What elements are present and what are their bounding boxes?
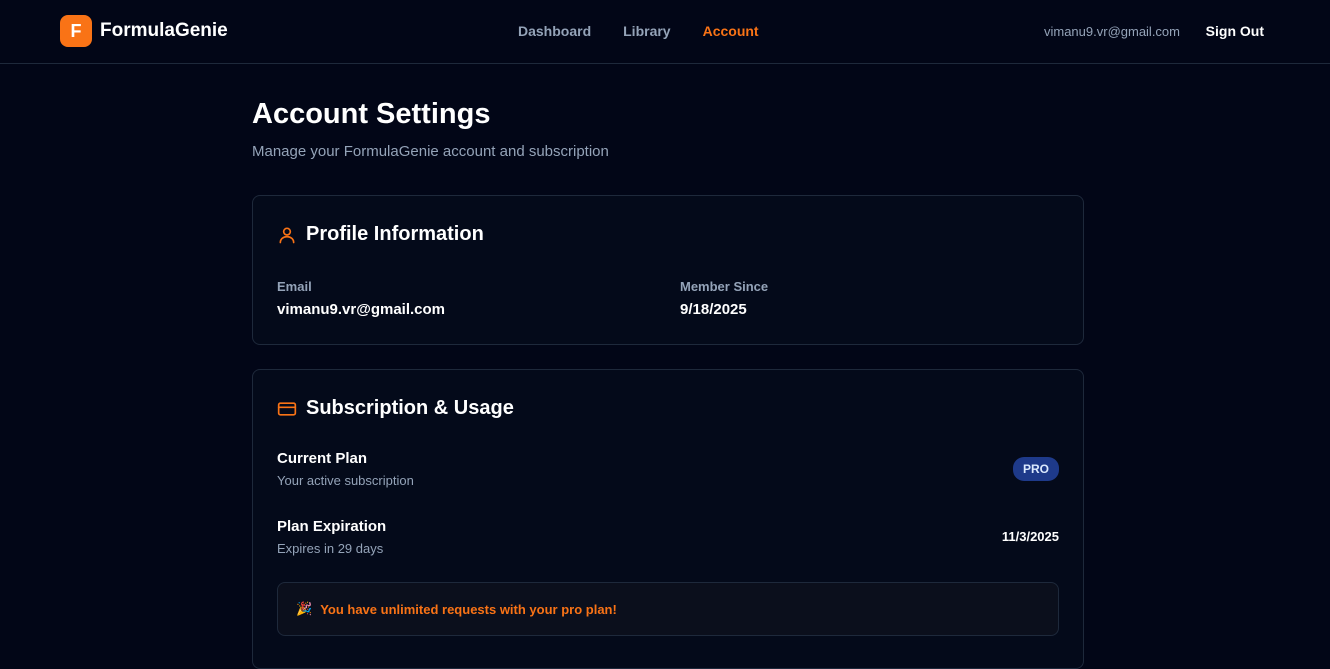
nav-library-link[interactable]: Library [623,23,670,39]
top-navigation-bar: F FormulaGenie Dashboard Library Account… [0,0,1330,64]
brand-logo-icon: F [60,15,92,47]
profile-card-title: Profile Information [306,223,484,245]
subscription-usage-card: Subscription & Usage Current Plan Your a… [252,369,1084,669]
plan-expiration-date: 11/3/2025 [1001,529,1059,544]
sign-out-button[interactable]: Sign Out [1206,23,1264,39]
user-icon [279,227,295,243]
current-plan-label: Current Plan [277,450,368,467]
email-value: vimanu9.vr@gmail.com [277,301,446,318]
brand[interactable]: F FormulaGenie [60,15,228,47]
notice-text: You have unlimited requests with your pr… [320,601,617,617]
page-subtitle: Manage your FormulaGenie account and sub… [252,143,609,160]
plan-expiration-subtext: Expires in 29 days [277,541,384,556]
current-plan-subtext: Your active subscription [277,473,414,488]
credit-card-icon [277,401,297,416]
party-popper-icon: 🎉 [296,601,313,616]
email-label: Email [277,279,312,294]
main-nav: Dashboard Library Account [518,23,791,39]
subscription-card-header: Subscription & Usage [277,397,514,420]
user-email: vimanu9.vr@gmail.com [1043,24,1180,39]
plan-expiration-label: Plan Expiration [277,518,387,535]
plan-badge: PRO [1012,457,1059,481]
brand-name: FormulaGenie [100,20,228,41]
profile-card-header: Profile Information [277,223,484,246]
unlimited-requests-notice: 🎉 You have unlimited requests with your … [277,582,1059,636]
member-since-value: 9/18/2025 [680,301,747,318]
member-since-label: Member Since [680,279,769,294]
subscription-card-title: Subscription & Usage [306,397,514,419]
page-title: Account Settings [252,98,491,130]
profile-information-card: Profile Information Email vimanu9.vr@gma… [252,195,1084,345]
nav-account-link[interactable]: Account [703,23,759,39]
nav-dashboard-link[interactable]: Dashboard [518,23,591,39]
